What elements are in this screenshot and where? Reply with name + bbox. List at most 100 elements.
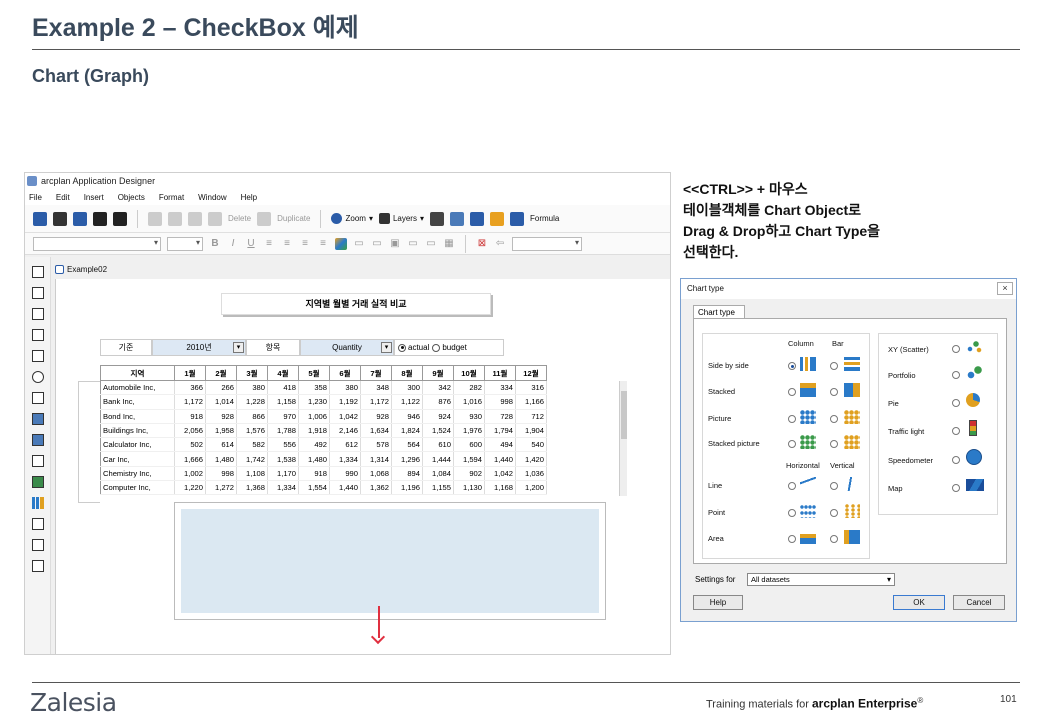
underline-icon[interactable]: U	[245, 238, 257, 249]
year-select[interactable]: 2010년 ▾	[152, 339, 246, 356]
radio-actual[interactable]	[398, 343, 406, 352]
table-cell[interactable]: 928	[360, 409, 392, 424]
table-cell[interactable]: 1,220	[174, 480, 206, 496]
column-header-month[interactable]: 1월	[174, 365, 206, 381]
table-cell[interactable]: 1,958	[205, 423, 237, 439]
radio-area-vertical[interactable]	[830, 535, 838, 543]
column-header-month[interactable]: 8월	[391, 365, 423, 381]
column-header-month[interactable]: 11월	[484, 365, 516, 381]
table-cell[interactable]: 1,420	[515, 451, 547, 467]
table-cell[interactable]: 1,904	[515, 423, 547, 439]
table-cell[interactable]: 316	[515, 380, 547, 396]
radio-stacked-bar[interactable]	[830, 388, 838, 396]
frame-icon-4[interactable]: ▭	[425, 238, 437, 249]
table-cell[interactable]: 1,016	[453, 394, 485, 410]
table-cell[interactable]: 1,006	[298, 409, 330, 424]
settings-for-select[interactable]: All datasets	[747, 573, 895, 586]
radio-budget[interactable]	[432, 343, 441, 352]
table-cell[interactable]: 1,172	[174, 394, 206, 410]
table-cell[interactable]: 342	[422, 380, 454, 396]
table-cell[interactable]: 1,368	[236, 480, 268, 496]
radio-side-by-side-bar[interactable]	[830, 362, 838, 370]
radio-area-horizontal[interactable]	[788, 535, 796, 543]
align-left-icon[interactable]: ≡	[263, 238, 275, 249]
table-cell[interactable]: 918	[174, 409, 206, 424]
table-cell[interactable]: 1,228	[236, 394, 268, 410]
duplicate-button[interactable]: Duplicate	[277, 214, 310, 223]
table-row[interactable]: Buildings Inc, 2,056 1,958 1,576 1,788 1,918 2…	[100, 423, 547, 439]
table-row[interactable]: Bond Inc, 918 928 866 970 1,006 1,042 928 946 924…	[100, 409, 547, 424]
table-cell[interactable]: 1,296	[391, 451, 423, 467]
open-icon[interactable]	[53, 211, 67, 226]
table-cell[interactable]: 578	[360, 437, 392, 453]
table-cell[interactable]: 1,192	[329, 394, 361, 410]
back-icon[interactable]: ⇦	[494, 238, 506, 249]
table-cell[interactable]: 1,788	[267, 423, 299, 439]
column-header-month[interactable]: 12월	[515, 365, 547, 381]
menu-window[interactable]: Window	[198, 193, 226, 202]
align-center-icon[interactable]: ≡	[281, 238, 293, 249]
table-cell[interactable]: 1,122	[391, 394, 423, 410]
column-header-region[interactable]: 지역	[100, 365, 175, 381]
table-cell[interactable]: 1,742	[236, 451, 268, 467]
grid-icon[interactable]: ▦	[443, 238, 455, 249]
table-cell[interactable]: 1,524	[422, 423, 454, 439]
row-header-cell[interactable]: Computer Inc,	[100, 480, 175, 496]
table-cell[interactable]: 540	[515, 437, 547, 453]
menu-edit[interactable]: Edit	[56, 193, 70, 202]
chart-tool-icon[interactable]	[31, 497, 44, 509]
table-cell[interactable]: 266	[205, 380, 237, 396]
table-cell[interactable]: 712	[515, 409, 547, 424]
table-cell[interactable]: 924	[422, 409, 454, 424]
tool-icon-b[interactable]	[449, 211, 464, 226]
frame-icon-3[interactable]: ▭	[407, 238, 419, 249]
zoom-button[interactable]: Zoom ▾	[331, 213, 373, 224]
delete-format-icon[interactable]: ⊠	[476, 238, 488, 249]
italic-icon[interactable]: I	[227, 238, 239, 249]
table-cell[interactable]: 1,480	[298, 451, 330, 467]
copy-icon[interactable]	[168, 211, 182, 226]
menu-objects[interactable]: Objects	[118, 193, 145, 202]
radio-map[interactable]	[952, 484, 960, 492]
column-header-month[interactable]: 10월	[453, 365, 485, 381]
table-cell[interactable]: 1,976	[453, 423, 485, 439]
table-cell[interactable]: 902	[453, 466, 485, 482]
radio-picture-bar[interactable]	[830, 415, 838, 423]
radio-picture-column[interactable]	[788, 415, 796, 423]
table-tool-icon[interactable]	[31, 266, 44, 278]
table-cell[interactable]: 1,444	[422, 451, 454, 467]
scrollbar-thumb[interactable]	[621, 391, 627, 439]
font-size-combo[interactable]	[167, 236, 203, 251]
checkbox-tool-icon[interactable]	[31, 392, 44, 404]
cancel-button[interactable]: Cancel	[953, 595, 1005, 610]
bold-icon[interactable]: B	[209, 238, 221, 249]
formula-icon[interactable]	[509, 211, 524, 226]
frame-icon[interactable]: ▭	[353, 238, 365, 249]
menu-insert[interactable]: Insert	[84, 193, 104, 202]
close-icon[interactable]: ×	[997, 282, 1013, 295]
table-cell[interactable]: 918	[298, 466, 330, 482]
table-cell[interactable]: 600	[453, 437, 485, 453]
formula-button[interactable]: Formula	[530, 214, 559, 223]
table-cell[interactable]: 1,166	[515, 394, 547, 410]
table-cell[interactable]: 1,002	[174, 466, 206, 482]
table-cell[interactable]: 610	[422, 437, 454, 453]
table-row[interactable]: Calculator Inc, 502 614 582 556 492 612 578 564 6…	[100, 437, 547, 453]
table-cell[interactable]: 1,334	[329, 451, 361, 467]
image-icon[interactable]: ▣	[389, 238, 401, 249]
delete-button[interactable]: Delete	[228, 214, 251, 223]
table-cell[interactable]: 1,824	[391, 423, 423, 439]
picture-tool-icon[interactable]	[31, 476, 44, 488]
tree-tool-icon[interactable]	[31, 518, 44, 530]
edit-tool-icon[interactable]	[31, 413, 44, 425]
report-title[interactable]: 지역별 월별 거래 실적 비교	[221, 293, 491, 315]
row-header-cell[interactable]: Chemistry Inc,	[100, 466, 175, 482]
chart-object[interactable]	[174, 502, 606, 620]
table-cell[interactable]: 1,440	[484, 451, 516, 467]
table-cell[interactable]: 614	[205, 437, 237, 453]
measure-select[interactable]: Quantity ▾	[300, 339, 394, 356]
frame-icon-2[interactable]: ▭	[371, 238, 383, 249]
property-combo[interactable]	[512, 236, 582, 251]
table-cell[interactable]: 1,168	[484, 480, 516, 496]
report-tool-icon[interactable]	[31, 560, 44, 572]
